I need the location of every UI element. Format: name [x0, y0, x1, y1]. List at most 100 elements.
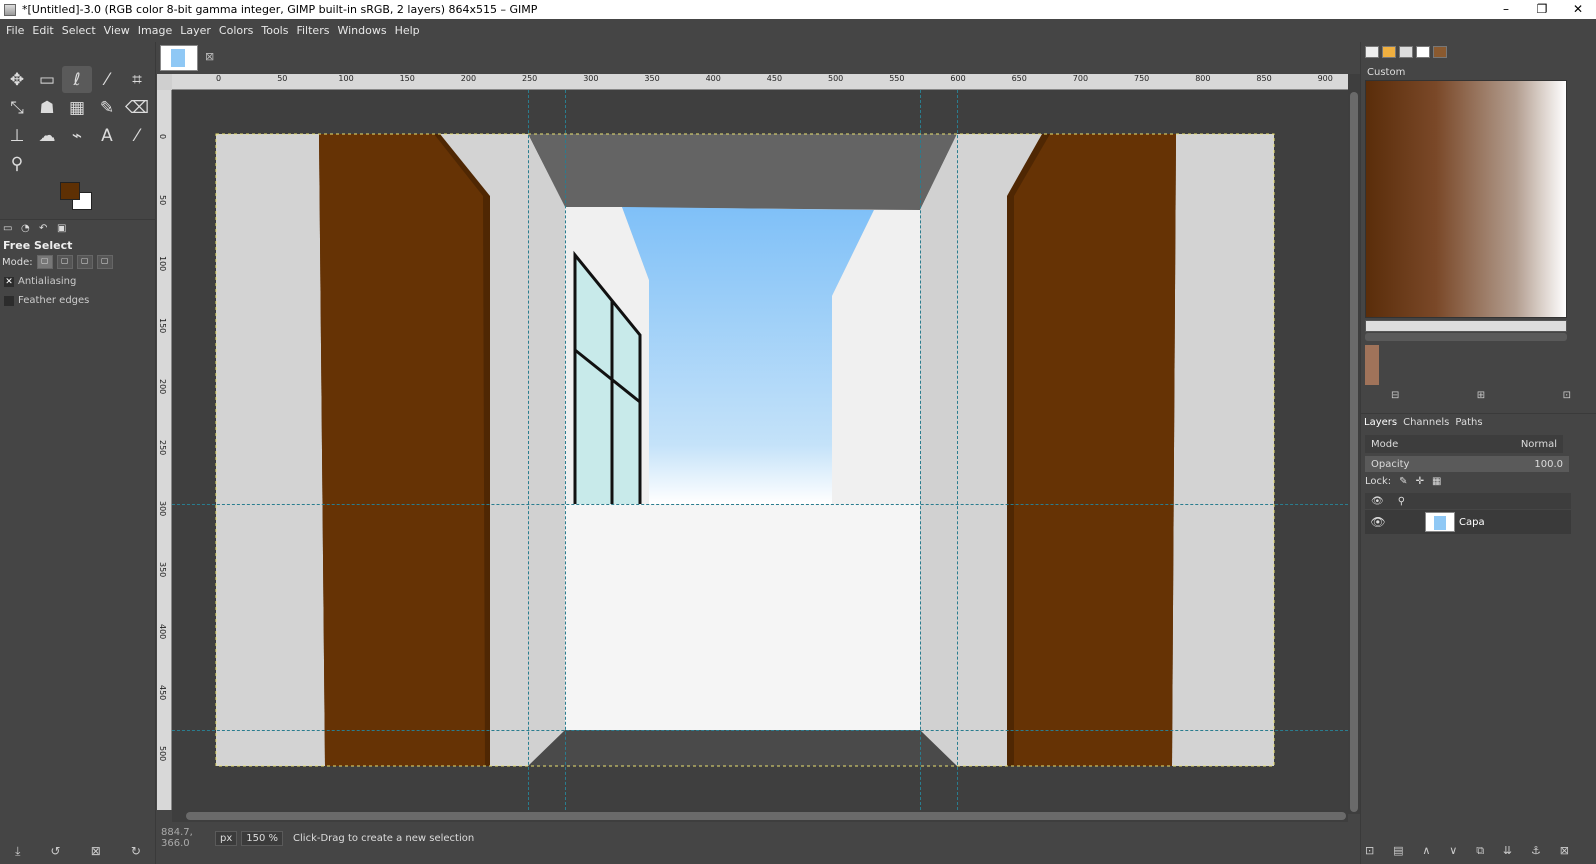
feather-checkbox[interactable] [4, 295, 14, 306]
gradient-swatch[interactable] [1365, 345, 1379, 385]
tab-channels[interactable]: Channels [1403, 417, 1449, 428]
gradient-scrollbar[interactable] [1365, 333, 1567, 341]
color-swatches[interactable] [60, 180, 96, 214]
unit-select[interactable]: px [215, 830, 238, 846]
mode-subtract-button[interactable]: ▢ [76, 255, 93, 269]
ruler-v-label: 350 [158, 562, 167, 578]
horizontal-ruler[interactable]: 0 50 100 150 200 250 300 350 400 450 500 550 600 650 7… [172, 74, 1348, 90]
mode-add-button[interactable]: ▢ [56, 255, 73, 269]
new-layer-icon[interactable]: ⊡ [1365, 844, 1374, 858]
menu-image[interactable]: Image [138, 24, 172, 37]
foreground-color[interactable] [60, 182, 80, 200]
color-picker-icon[interactable]: ⁄ [122, 122, 152, 149]
guide-vertical-1[interactable] [528, 90, 529, 810]
guide-vertical-4[interactable] [957, 90, 958, 810]
antialiasing-checkbox[interactable]: ✕ [4, 276, 14, 287]
horizontal-scroll-thumb[interactable] [186, 812, 1346, 820]
menu-layer[interactable]: Layer [180, 24, 211, 37]
feather-option[interactable]: Feather edges [4, 295, 89, 306]
lock-alpha-icon[interactable]: ▦ [1432, 476, 1441, 487]
guide-horizontal-2[interactable] [172, 730, 1348, 731]
zoom-all-gradient-icon[interactable]: ⊡ [1563, 390, 1571, 401]
brushes-tab-icon[interactable] [1365, 46, 1379, 58]
lower-layer-icon[interactable]: ∨ [1449, 844, 1457, 858]
lock-position-icon[interactable]: ✛ [1416, 476, 1424, 487]
gradients-tab-icon[interactable] [1433, 46, 1447, 58]
tool-options-tab-icon[interactable]: ▭ [3, 223, 19, 235]
gradient-preview[interactable] [1365, 80, 1567, 318]
text-icon[interactable]: A [92, 122, 122, 149]
duplicate-layer-icon[interactable]: ⧉ [1476, 844, 1484, 858]
fuzzy-select-icon[interactable]: ⁄ [92, 66, 122, 93]
menu-edit[interactable]: Edit [32, 24, 53, 37]
menu-file[interactable]: File [6, 24, 24, 37]
layer-mode-select[interactable]: Mode Normal [1365, 435, 1563, 453]
mode-replace-button[interactable]: ▢ [36, 255, 53, 269]
tool-row-4: ⚲ [2, 150, 32, 177]
transform-icon[interactable]: ⤡ [2, 94, 32, 121]
vertical-ruler[interactable]: 0 50 100 150 200 250 300 350 400 450 500 [157, 90, 172, 810]
menu-filters[interactable]: Filters [296, 24, 329, 37]
antialiasing-option[interactable]: ✕ Antialiasing [4, 276, 76, 287]
layer-row[interactable]: 👁 Capa [1365, 510, 1571, 534]
paintbrush-icon[interactable]: ✎ [92, 94, 122, 121]
close-image-tab-icon[interactable]: ⊠ [205, 50, 214, 63]
save-options-icon[interactable]: ⤓ [15, 844, 20, 859]
menu-colors[interactable]: Colors [219, 24, 253, 37]
zoom-icon[interactable]: ⚲ [2, 150, 32, 177]
menu-tools[interactable]: Tools [261, 24, 288, 37]
gradient-icon[interactable]: ▦ [62, 94, 92, 121]
device-status-tab-icon[interactable]: ◔ [21, 223, 37, 235]
paths-icon[interactable]: ⌁ [62, 122, 92, 149]
smudge-icon[interactable]: ☁ [32, 122, 62, 149]
vertical-scrollbar[interactable] [1348, 74, 1360, 814]
zoom-out-gradient-icon[interactable]: ⊟ [1391, 390, 1399, 401]
layer-name[interactable]: Capa [1459, 517, 1485, 528]
warp-icon[interactable]: ☗ [32, 94, 62, 121]
tab-paths[interactable]: Paths [1455, 417, 1482, 428]
fonts-tab-icon[interactable] [1399, 46, 1413, 58]
reset-options-icon[interactable]: ↻ [131, 844, 141, 858]
move-tool-icon[interactable]: ✥ [2, 66, 32, 93]
merge-layer-icon[interactable]: ⇊ [1503, 844, 1512, 858]
horizontal-scrollbar[interactable] [172, 810, 1348, 822]
guide-vertical-2[interactable] [565, 90, 566, 810]
zoom-in-gradient-icon[interactable]: ⊞ [1477, 390, 1485, 401]
layer-opacity-slider[interactable]: Opacity 100.0 [1365, 456, 1569, 472]
canvas-viewport[interactable] [172, 90, 1348, 810]
menu-select[interactable]: Select [62, 24, 96, 37]
menu-view[interactable]: View [104, 24, 130, 37]
delete-layer-icon[interactable]: ⊠ [1560, 844, 1569, 858]
mode-intersect-button[interactable]: ▢ [96, 255, 113, 269]
gradient-stops-bar[interactable] [1365, 320, 1567, 332]
lock-pixels-icon[interactable]: ✎ [1399, 476, 1407, 487]
tab-layers[interactable]: Layers [1364, 417, 1397, 428]
free-select-icon[interactable]: ℓ [62, 66, 92, 93]
guide-horizontal-1[interactable] [172, 504, 1348, 505]
maximize-button[interactable]: ❐ [1524, 0, 1560, 19]
minimize-button[interactable]: – [1488, 0, 1524, 19]
anchor-layer-icon[interactable]: ⚓ [1531, 844, 1541, 858]
restore-options-icon[interactable]: ↺ [51, 844, 61, 858]
ruler-corner[interactable] [157, 74, 172, 90]
rect-select-icon[interactable]: ▭ [32, 66, 62, 93]
menu-help[interactable]: Help [395, 24, 420, 37]
undo-history-tab-icon[interactable]: ↶ [39, 223, 55, 235]
guide-vertical-3[interactable] [920, 90, 921, 810]
images-tab-icon[interactable]: ▣ [57, 223, 73, 235]
clone-icon[interactable]: ⊥ [2, 122, 32, 149]
vertical-scroll-thumb[interactable] [1350, 92, 1358, 812]
close-window-button[interactable]: ✕ [1560, 0, 1596, 19]
raise-layer-icon[interactable]: ∧ [1422, 844, 1430, 858]
delete-options-icon[interactable]: ⊠ [91, 844, 101, 858]
opacity-value[interactable]: 100.0 [1534, 459, 1563, 470]
document-tab-icon[interactable] [1416, 46, 1430, 58]
layer-visibility-icon[interactable]: 👁 [1365, 515, 1391, 529]
eraser-icon[interactable]: ⌫ [122, 94, 152, 121]
crop-icon[interactable]: ⌗ [122, 66, 152, 93]
patterns-tab-icon[interactable] [1382, 46, 1396, 58]
zoom-select[interactable]: 150 % [241, 830, 284, 846]
new-group-icon[interactable]: ▤ [1393, 844, 1403, 858]
image-tab-thumbnail[interactable] [160, 45, 198, 71]
menu-windows[interactable]: Windows [337, 24, 386, 37]
